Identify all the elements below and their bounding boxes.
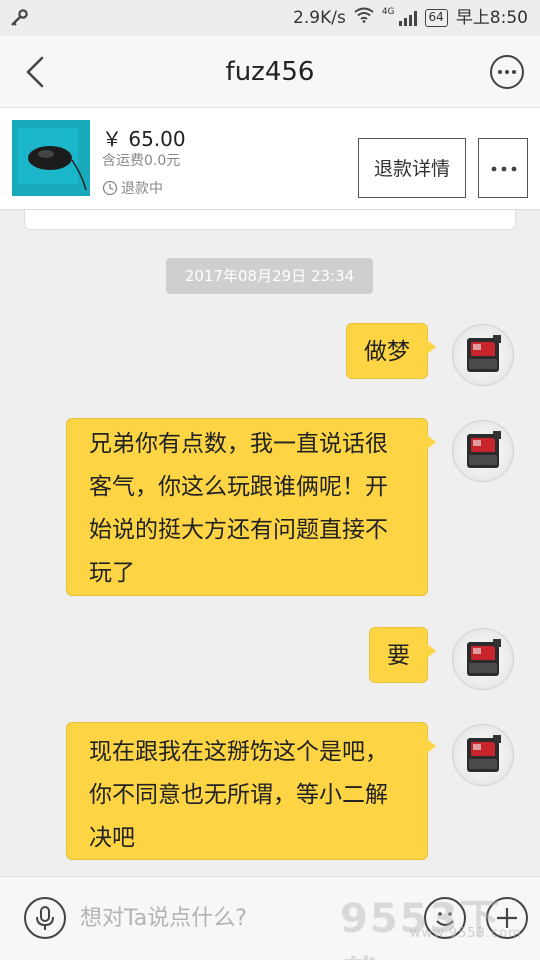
message-text: 要	[387, 643, 410, 669]
plus-icon	[497, 908, 517, 928]
shipping-fee: 含运费0.0元	[102, 153, 181, 169]
emoji-button[interactable]	[424, 897, 466, 939]
product-price: ￥ 65.00	[102, 127, 186, 151]
message-text-line: 客气，你这么玩跟谁俩呢！开	[89, 474, 388, 500]
more-dots-icon	[491, 166, 517, 172]
voice-input-button[interactable]	[24, 897, 66, 939]
refund-status-label: 退款中	[121, 181, 163, 197]
network-speed: 2.9K/s	[293, 8, 346, 28]
clock: 早上8:50	[455, 8, 528, 28]
network-type: 4G	[381, 7, 395, 17]
status-bar: 2.9K/s 4G 64 早上8:50	[0, 0, 540, 36]
key-icon	[10, 0, 28, 40]
chat-title: fuz456	[225, 57, 315, 87]
message-bubble[interactable]: 做梦	[346, 323, 436, 379]
message-text-line: 玩了	[89, 560, 135, 586]
product-image[interactable]	[12, 120, 90, 196]
refund-details-button[interactable]: 退款详情	[358, 138, 466, 198]
refund-status: 退款中	[102, 178, 163, 198]
message-text-line: 兄弟你有点数，我一直说话很	[89, 431, 388, 457]
more-options-button[interactable]	[490, 55, 524, 89]
microphone-icon	[36, 906, 54, 930]
battery-indicator: 64	[424, 9, 448, 27]
avatar[interactable]	[452, 628, 514, 690]
product-card-bottom	[24, 210, 516, 230]
message-bubble[interactable]: 兄弟你有点数，我一直说话很 客气，你这么玩跟谁俩呢！开 始说的挺大方还有问题直接…	[66, 418, 436, 596]
message-bubble[interactable]: 要	[369, 627, 436, 683]
message-text-line: 你不同意也无所谓，等小二解	[89, 782, 388, 808]
smiley-icon	[436, 912, 454, 926]
input-bar	[0, 876, 540, 960]
product-more-button[interactable]	[478, 138, 528, 198]
avatar[interactable]	[452, 724, 514, 786]
signal-icon	[398, 10, 417, 26]
more-actions-button[interactable]	[486, 897, 528, 939]
message-bubble[interactable]: 现在跟我在这掰饬这个是吧， 你不同意也无所谓，等小二解 决吧	[66, 722, 436, 860]
avatar[interactable]	[452, 324, 514, 386]
message-text-line: 现在跟我在这掰饬这个是吧，	[89, 739, 388, 765]
message-input[interactable]	[80, 891, 410, 945]
message-text: 做梦	[364, 339, 410, 365]
avatar[interactable]	[452, 420, 514, 482]
product-card[interactable]: ￥ 65.00 含运费0.0元 退款中 退款详情	[0, 108, 540, 210]
message-timestamp: 2017年08月29日 23:34	[166, 258, 373, 294]
clock-icon	[102, 180, 118, 196]
wifi-icon	[354, 0, 374, 36]
message-text-line: 决吧	[89, 825, 135, 851]
title-bar: fuz456	[0, 36, 540, 108]
message-text-line: 始说的挺大方还有问题直接不	[89, 517, 388, 543]
more-dots-icon	[498, 70, 516, 74]
